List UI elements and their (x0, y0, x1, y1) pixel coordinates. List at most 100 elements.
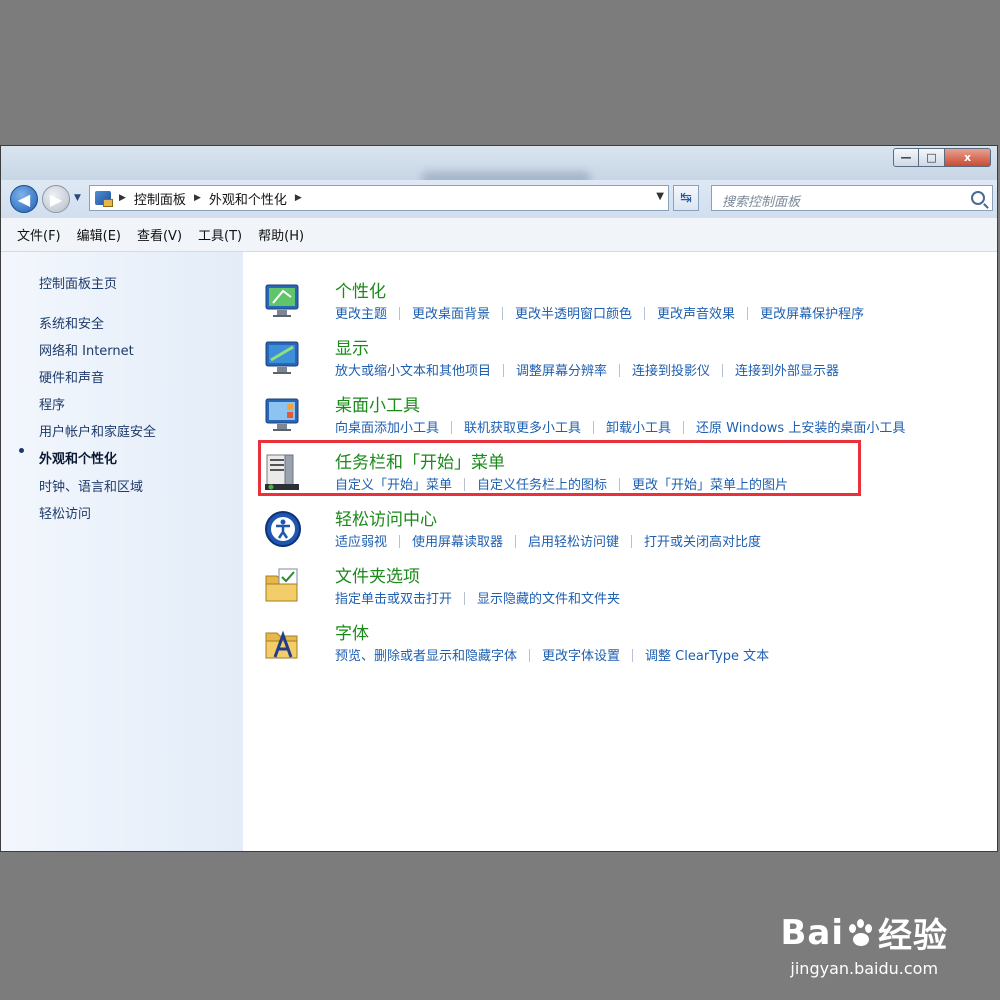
watermark-logo-left: Bai (780, 912, 844, 953)
link-projector[interactable]: 连接到投影仪 (632, 360, 710, 379)
breadcrumb-separator-icon[interactable]: ▶ (295, 193, 302, 203)
ease-of-access-icon[interactable] (263, 509, 303, 549)
menu-view[interactable]: 查看(V) (129, 225, 190, 244)
control-panel-icon (95, 191, 113, 207)
back-button[interactable]: ◀ (10, 185, 38, 213)
search-icon[interactable] (971, 191, 985, 205)
link-separator (464, 478, 466, 491)
menu-file[interactable]: 文件(F) (9, 225, 69, 244)
link-sound-effects[interactable]: 更改声音效果 (657, 303, 735, 322)
link-separator (593, 421, 595, 434)
title-bar[interactable]: — □ x (1, 146, 997, 187)
navigation-bar: ◀ ▶ ▼ ▶ 控制面板 ▶ 外观和个性化 ▶ ▼ ↹ 搜索控制面板 (1, 180, 997, 218)
search-input[interactable]: 搜索控制面板 (711, 185, 993, 211)
link-font-settings[interactable]: 更改字体设置 (542, 645, 620, 664)
forward-button[interactable]: ▶ (42, 185, 70, 213)
breadcrumb-separator-icon[interactable]: ▶ (194, 193, 201, 203)
recent-pages-dropdown-icon[interactable]: ▼ (74, 193, 81, 203)
breadcrumb-separator-icon[interactable]: ▶ (119, 193, 126, 203)
category-gadgets: 桌面小工具 向桌面添加小工具 联机获取更多小工具 卸载小工具 还原 Windows 上… (263, 391, 983, 443)
category-title[interactable]: 个性化 (335, 277, 386, 302)
link-cleartype[interactable]: 调整 ClearType 文本 (645, 645, 769, 664)
paw-icon (846, 918, 876, 948)
link-preview-fonts[interactable]: 预览、删除或者显示和隐藏字体 (335, 645, 517, 664)
window-controls: — □ x (893, 148, 991, 167)
category-title[interactable]: 字体 (335, 619, 369, 644)
link-separator (747, 307, 749, 320)
category-title[interactable]: 轻松访问中心 (335, 505, 437, 530)
folder-options-icon[interactable] (263, 566, 303, 606)
category-folder-options: 文件夹选项 指定单击或双击打开 显示隐藏的文件和文件夹 (263, 562, 983, 614)
category-display: 显示 放大或缩小文本和其他项目 调整屏幕分辨率 连接到投影仪 连接到外部显示器 (263, 334, 983, 386)
link-separator (399, 307, 401, 320)
baidu-watermark: Bai 经验 jingyan.baidu.com (780, 908, 948, 979)
link-text-size[interactable]: 放大或缩小文本和其他项目 (335, 360, 491, 379)
link-separator (644, 307, 646, 320)
link-screen-saver[interactable]: 更改屏幕保护程序 (760, 303, 864, 322)
link-separator (451, 421, 453, 434)
category-taskbar-start: 任务栏和「开始」菜单 自定义「开始」菜单 自定义任务栏上的图标 更改「开始」菜单上的… (258, 440, 983, 500)
link-screen-reader[interactable]: 使用屏幕读取器 (412, 531, 503, 550)
active-bullet-icon (19, 448, 24, 453)
category-links: 预览、删除或者显示和隐藏字体 更改字体设置 调整 ClearType 文本 (335, 645, 769, 664)
sidebar-item-user-accounts[interactable]: 用户帐户和家庭安全 (39, 421, 156, 440)
breadcrumb-appearance[interactable]: 外观和个性化 (209, 189, 287, 208)
link-low-vision[interactable]: 适应弱视 (335, 531, 387, 550)
sidebar-item-clock-region[interactable]: 时钟、语言和区域 (39, 476, 143, 495)
link-separator (632, 649, 634, 662)
sidebar-item-network[interactable]: 网络和 Internet (39, 340, 134, 359)
minimize-button[interactable]: — (893, 148, 919, 167)
link-resolution[interactable]: 调整屏幕分辨率 (516, 360, 607, 379)
link-window-color[interactable]: 更改半透明窗口颜色 (515, 303, 632, 322)
menu-edit[interactable]: 编辑(E) (69, 225, 129, 244)
gadgets-icon[interactable] (263, 395, 303, 435)
watermark-logo: Bai 经验 (780, 908, 948, 957)
sidebar-item-appearance[interactable]: 外观和个性化 (39, 448, 117, 467)
link-restore-gadgets[interactable]: 还原 Windows 上安装的桌面小工具 (696, 417, 905, 436)
link-change-background[interactable]: 更改桌面背景 (412, 303, 490, 322)
refresh-button[interactable]: ↹ (673, 185, 699, 211)
link-separator (619, 478, 621, 491)
link-high-contrast[interactable]: 打开或关闭高对比度 (644, 531, 761, 550)
address-dropdown-icon[interactable]: ▼ (656, 191, 664, 202)
link-click-open[interactable]: 指定单击或双击打开 (335, 588, 452, 607)
control-panel-window: — □ x ◀ ▶ ▼ ▶ 控制面板 ▶ 外观和个性化 ▶ ▼ ↹ 搜索控制面板… (0, 145, 998, 852)
link-hidden-files[interactable]: 显示隐藏的文件和文件夹 (477, 588, 620, 607)
category-title[interactable]: 任务栏和「开始」菜单 (335, 448, 505, 473)
taskbar-icon[interactable] (263, 452, 303, 492)
close-button[interactable]: x (945, 148, 991, 167)
link-separator (502, 307, 504, 320)
main-content: 个性化 更改主题 更改桌面背景 更改半透明窗口颜色 更改声音效果 更改屏幕保护程序 显示… (243, 252, 997, 851)
category-links: 适应弱视 使用屏幕读取器 启用轻松访问键 打开或关闭高对比度 (335, 531, 761, 550)
personalization-icon[interactable] (263, 281, 303, 321)
link-access-keys[interactable]: 启用轻松访问键 (528, 531, 619, 550)
link-uninstall-gadget[interactable]: 卸载小工具 (606, 417, 671, 436)
menu-tools[interactable]: 工具(T) (190, 225, 250, 244)
link-add-gadgets[interactable]: 向桌面添加小工具 (335, 417, 439, 436)
maximize-button[interactable]: □ (919, 148, 945, 167)
link-separator (529, 649, 531, 662)
category-title[interactable]: 文件夹选项 (335, 562, 420, 587)
sidebar: 控制面板主页 系统和安全 网络和 Internet 硬件和声音 程序 用户帐户和… (1, 252, 243, 851)
link-change-theme[interactable]: 更改主题 (335, 303, 387, 322)
menu-help[interactable]: 帮助(H) (250, 225, 312, 244)
category-title[interactable]: 显示 (335, 334, 369, 359)
link-start-picture[interactable]: 更改「开始」菜单上的图片 (632, 474, 788, 493)
sidebar-item-system-security[interactable]: 系统和安全 (39, 313, 104, 332)
link-separator (399, 535, 401, 548)
address-bar[interactable]: ▶ 控制面板 ▶ 外观和个性化 ▶ ▼ (89, 185, 669, 211)
category-links: 自定义「开始」菜单 自定义任务栏上的图标 更改「开始」菜单上的图片 (335, 474, 788, 493)
link-external-display[interactable]: 连接到外部显示器 (735, 360, 839, 379)
sidebar-item-hardware-sound[interactable]: 硬件和声音 (39, 367, 104, 386)
sidebar-item-ease-of-access[interactable]: 轻松访问 (39, 503, 91, 522)
watermark-logo-right: 经验 (878, 916, 948, 956)
breadcrumb-control-panel[interactable]: 控制面板 (134, 189, 186, 208)
link-customize-start[interactable]: 自定义「开始」菜单 (335, 474, 452, 493)
sidebar-item-programs[interactable]: 程序 (39, 394, 65, 413)
display-icon[interactable] (263, 338, 303, 378)
sidebar-home[interactable]: 控制面板主页 (39, 273, 117, 292)
link-get-gadgets[interactable]: 联机获取更多小工具 (464, 417, 581, 436)
fonts-icon[interactable] (263, 623, 303, 663)
category-title[interactable]: 桌面小工具 (335, 391, 420, 416)
link-taskbar-icons[interactable]: 自定义任务栏上的图标 (477, 474, 607, 493)
